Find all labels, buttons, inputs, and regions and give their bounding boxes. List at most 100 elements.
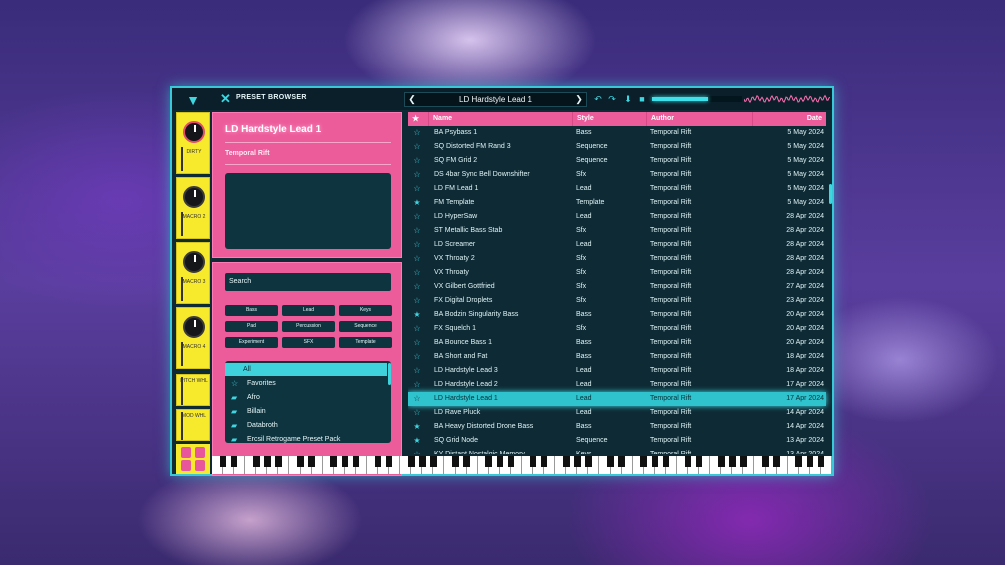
star-outline-icon[interactable]: ☆ <box>412 154 422 168</box>
tag-sfx[interactable]: SFX <box>282 337 335 348</box>
table-row[interactable]: ★ BA Bodzin Singularity Bass Bass Temporal … <box>408 308 826 322</box>
black-key[interactable] <box>529 456 537 467</box>
black-key[interactable] <box>341 456 349 467</box>
black-key[interactable] <box>585 456 592 467</box>
black-key[interactable] <box>762 456 769 467</box>
tree-item[interactable]: ▰ Billain <box>225 405 387 418</box>
black-key[interactable] <box>275 456 282 467</box>
black-key[interactable] <box>330 456 338 467</box>
black-key[interactable] <box>407 456 415 467</box>
table-row[interactable]: ☆ SQ Distorted FM Rand 3 Sequence Temporal … <box>408 140 826 154</box>
black-key[interactable] <box>430 456 437 467</box>
column-date[interactable]: Date <box>752 112 826 126</box>
tree-scrollbar[interactable] <box>388 363 391 385</box>
star-outline-icon[interactable]: ☆ <box>412 336 422 350</box>
black-key[interactable] <box>452 456 459 467</box>
table-row[interactable]: ☆ KY Distant Nostalgic MemoryKeys Temporal… <box>408 448 826 454</box>
star-filled-icon[interactable]: ★ <box>412 434 422 448</box>
tag-pad[interactable]: Pad <box>225 321 278 332</box>
close-browser-icon[interactable]: ✕ <box>220 92 231 106</box>
table-row[interactable]: ★ FM Template Template Temporal Rift 5 May 2… <box>408 196 826 210</box>
star-outline-icon[interactable]: ☆ <box>412 182 422 196</box>
macro-2-knob[interactable] <box>183 186 205 208</box>
star-outline-icon[interactable]: ☆ <box>412 294 422 308</box>
star-outline-icon[interactable]: ☆ <box>412 168 422 182</box>
pitch-wheel[interactable]: PITCH WHL <box>176 374 210 406</box>
black-key[interactable] <box>308 456 315 467</box>
table-row[interactable]: ☆ LD HyperSaw Lead Temporal Rift 28 Apr 2024 <box>408 210 826 224</box>
black-key[interactable] <box>795 456 803 467</box>
star-outline-icon[interactable]: ☆ <box>412 140 422 154</box>
table-row[interactable]: ☆ VX Gilbert Gottfried Sfx Temporal Rift 27 … <box>408 280 826 294</box>
table-row[interactable]: ☆ DS 4bar Sync Bell Downshifter Sfx Tempora… <box>408 168 826 182</box>
macro-3-knob[interactable] <box>183 251 205 273</box>
table-row[interactable]: ☆ VX Throaty Sfx Temporal Rift 28 Apr 2024 <box>408 266 826 280</box>
black-key[interactable] <box>729 456 736 467</box>
black-key[interactable] <box>385 456 393 467</box>
menu-icon[interactable]: ■ <box>636 93 648 105</box>
macro-4[interactable]: MACRO 4 <box>176 307 210 369</box>
chevron-right-icon[interactable]: ❯ <box>573 93 585 106</box>
star-filled-icon[interactable]: ★ <box>412 420 422 434</box>
mod-wheel[interactable]: MOD WHL <box>176 409 210 441</box>
black-key[interactable] <box>230 456 238 467</box>
black-key[interactable] <box>419 456 426 467</box>
star-outline-icon[interactable]: ☆ <box>412 280 422 294</box>
table-row[interactable]: ☆ LD Hardstyle Lead 3 Lead Temporal Rift 18 … <box>408 364 826 378</box>
tag-template[interactable]: Template <box>339 337 392 348</box>
search-input[interactable]: Search <box>225 273 391 291</box>
black-key[interactable] <box>540 456 548 467</box>
star-outline-icon[interactable]: ☆ <box>412 210 422 224</box>
star-outline-icon[interactable]: ☆ <box>412 238 422 252</box>
black-key[interactable] <box>496 456 504 467</box>
black-key[interactable] <box>562 456 570 467</box>
table-row[interactable]: ★ SQ Grid Node Sequence Temporal Rift 13 Apr… <box>408 434 826 448</box>
preset-description-box[interactable] <box>225 173 391 249</box>
tag-bass[interactable]: Bass <box>225 305 278 316</box>
black-key[interactable] <box>806 456 814 467</box>
black-key[interactable] <box>817 456 825 467</box>
redo-icon[interactable]: ↷ <box>606 93 618 105</box>
undo-icon[interactable]: ↶ <box>592 93 604 105</box>
star-filled-icon[interactable]: ★ <box>412 308 422 322</box>
tree-item[interactable]: All <box>225 363 387 376</box>
table-row[interactable]: ☆ LD Hardstyle Lead 2 Lead Temporal Rift 17 … <box>408 378 826 392</box>
table-row[interactable]: ☆ SQ FM Grid 2 Sequence Temporal Rift 5 May … <box>408 154 826 168</box>
black-key[interactable] <box>297 456 304 467</box>
black-key[interactable] <box>618 456 625 467</box>
table-row[interactable]: ☆ LD Screamer Lead Temporal Rift 28 Apr 2024 <box>408 238 826 252</box>
black-key[interactable] <box>374 456 382 467</box>
table-row[interactable]: ☆ FX Squelch 1 Sfx Temporal Rift 20 Apr 2024 <box>408 322 826 336</box>
star-filled-icon[interactable]: ★ <box>412 196 422 210</box>
table-row[interactable]: ☆ LD Hardstyle Lead 1 Lead Temporal Rift 17 … <box>408 392 826 406</box>
star-outline-icon[interactable]: ☆ <box>412 126 422 140</box>
column-name[interactable]: Name <box>428 112 572 126</box>
black-key[interactable] <box>717 456 725 467</box>
current-preset-name[interactable]: LD Hardstyle Lead 1 <box>419 95 572 104</box>
pad-1[interactable] <box>181 447 191 458</box>
black-key[interactable] <box>607 456 614 467</box>
star-outline-icon[interactable]: ☆ <box>412 448 422 454</box>
black-key[interactable] <box>640 456 648 467</box>
black-key[interactable] <box>485 456 493 467</box>
table-row[interactable]: ☆ LD FM Lead 1 Lead Temporal Rift 5 May 2024 <box>408 182 826 196</box>
black-key[interactable] <box>684 456 692 467</box>
macro-3[interactable]: MACRO 3 <box>176 242 210 304</box>
tag-experiment[interactable]: Experiment <box>225 337 278 348</box>
pad-4[interactable] <box>195 460 205 471</box>
star-outline-icon[interactable]: ☆ <box>412 322 422 336</box>
column-author[interactable]: Author <box>646 112 752 126</box>
table-row[interactable]: ☆ LD Rave Pluck Lead Temporal Rift 14 Apr 20… <box>408 406 826 420</box>
black-key[interactable] <box>264 456 271 467</box>
table-row[interactable]: ☆ FX Digital Droplets Sfx Temporal Rift 23 A… <box>408 294 826 308</box>
pad-3[interactable] <box>181 460 191 471</box>
piano-keyboard[interactable] <box>212 456 832 474</box>
black-key[interactable] <box>352 456 360 467</box>
tree-item[interactable]: ▰ Ercsil Retrogame Preset Pack <box>225 433 387 443</box>
star-outline-icon[interactable]: ☆ <box>412 350 422 364</box>
black-key[interactable] <box>740 456 747 467</box>
black-key[interactable] <box>773 456 780 467</box>
star-outline-icon[interactable]: ☆ <box>412 266 422 280</box>
table-row[interactable]: ☆ BA Psybass 1 Bass Temporal Rift 5 May 2024 <box>408 126 826 140</box>
macro-1-knob[interactable] <box>183 121 205 143</box>
